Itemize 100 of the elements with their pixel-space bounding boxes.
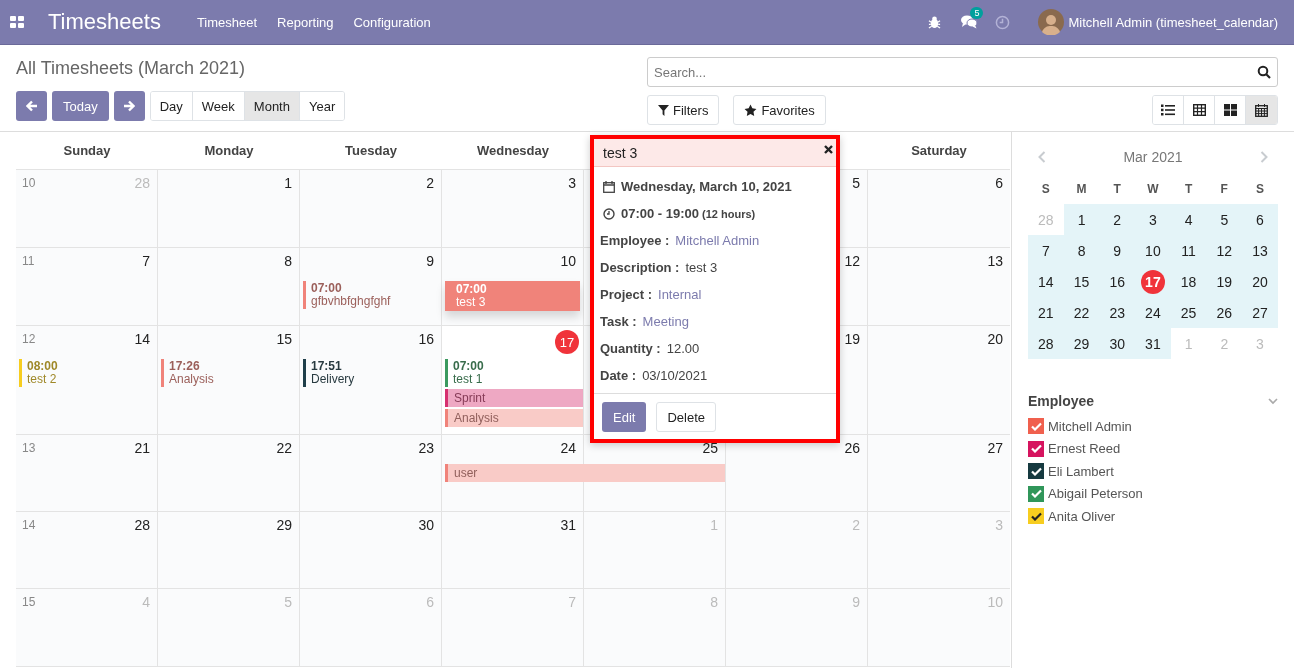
menu-item[interactable]: Reporting (277, 14, 334, 30)
mini-day-cell[interactable]: 7 (1028, 235, 1064, 266)
mini-day[interactable]: 28 (1033, 331, 1058, 356)
mini-day[interactable]: 10 (1140, 238, 1165, 263)
apps-menu-icon[interactable] (10, 15, 24, 29)
mini-day[interactable]: 29 (1069, 331, 1094, 356)
day-number[interactable]: 15 (276, 331, 292, 347)
avatar[interactable] (1038, 9, 1065, 35)
employee-checkbox[interactable] (1028, 508, 1044, 525)
day-number[interactable]: 5 (852, 175, 860, 191)
mini-day-cell[interactable]: 27 (1242, 297, 1278, 328)
mini-day-cell[interactable]: 9 (1099, 235, 1136, 266)
mini-day-cell[interactable]: 3 (1135, 204, 1171, 235)
mini-day[interactable]: 25 (1176, 300, 1201, 325)
search-input[interactable]: Search... (654, 64, 1257, 80)
employee-checkbox[interactable] (1028, 440, 1044, 457)
mini-day[interactable]: 24 (1140, 300, 1165, 325)
day-number[interactable]: 21 (134, 440, 150, 456)
employee-name[interactable]: Eli Lambert (1048, 463, 1114, 479)
mini-day[interactable]: 3 (1140, 207, 1165, 232)
day-number[interactable]: 31 (560, 517, 576, 533)
mini-day-cell[interactable]: 30 (1099, 328, 1136, 359)
calendar-event[interactable]: 07:00 gfbvhbfghgfghf (303, 281, 438, 309)
edit-button[interactable]: Edit (602, 402, 647, 432)
search-field[interactable]: Search... (647, 57, 1278, 87)
mini-day-cell[interactable]: 17 (1135, 266, 1171, 297)
chat-icon[interactable] (961, 15, 978, 29)
day-number[interactable]: 1 (284, 175, 292, 191)
mini-day[interactable]: 11 (1176, 238, 1201, 263)
calendar-event[interactable]: Analysis (445, 409, 583, 427)
mini-day-cell[interactable]: 14 (1028, 266, 1064, 297)
search-icon[interactable] (1257, 65, 1271, 79)
mini-day[interactable]: 17 (1140, 269, 1165, 294)
mini-day-cell[interactable]: 11 (1170, 235, 1207, 266)
day-number[interactable]: 26 (844, 440, 860, 456)
employee-name[interactable]: Abigail Peterson (1048, 486, 1143, 502)
calendar-event[interactable]: Sprint (445, 389, 583, 407)
mini-day-cell[interactable]: 28 (1028, 328, 1064, 359)
mini-day-cell[interactable]: 29 (1063, 328, 1100, 359)
mini-day[interactable]: 1 (1069, 207, 1094, 232)
day-number[interactable]: 14 (134, 331, 150, 347)
mini-day-cell[interactable]: 20 (1242, 266, 1278, 297)
user-name[interactable]: Mitchell Admin (timesheet_calendar) (1068, 14, 1278, 30)
employee-checkbox[interactable] (1028, 463, 1044, 480)
mini-day-cell[interactable]: 6 (1242, 204, 1278, 235)
mini-day-cell[interactable]: 21 (1028, 297, 1064, 328)
employee-name[interactable]: Ernest Reed (1048, 441, 1121, 457)
mini-day[interactable]: 8 (1069, 238, 1094, 263)
mini-day[interactable]: 16 (1105, 269, 1130, 294)
field-link[interactable]: Internal (658, 287, 702, 302)
mini-day-cell[interactable]: 13 (1242, 235, 1278, 266)
employee-checkbox[interactable] (1028, 418, 1044, 435)
employee-name[interactable]: Anita Oliver (1048, 508, 1116, 524)
list-view-button[interactable] (1153, 96, 1184, 124)
day-number[interactable]: 7 (142, 253, 150, 269)
mini-day[interactable]: 19 (1212, 269, 1237, 294)
mini-day-cell[interactable]: 16 (1099, 266, 1136, 297)
day-number[interactable]: 24 (560, 440, 576, 456)
mini-day[interactable]: 26 (1212, 300, 1237, 325)
mini-day[interactable]: 6 (1247, 207, 1272, 232)
calendar-event[interactable]: user (445, 464, 725, 482)
mini-day-cell[interactable]: 25 (1170, 297, 1207, 328)
mini-day[interactable]: 9 (1105, 238, 1130, 263)
mini-day-cell[interactable]: 26 (1206, 297, 1243, 328)
day-number[interactable]: 13 (987, 253, 1003, 269)
mini-day[interactable]: 23 (1105, 300, 1130, 325)
day-number[interactable]: 27 (987, 440, 1003, 456)
mini-day[interactable]: 13 (1247, 238, 1272, 263)
day-number[interactable]: 22 (276, 440, 292, 456)
day-number[interactable]: 17 (555, 330, 579, 354)
day-number[interactable]: 30 (418, 517, 434, 533)
mini-day-cell[interactable]: 4 (1170, 204, 1207, 235)
day-number[interactable]: 10 (560, 253, 576, 269)
mini-day-cell[interactable]: 22 (1063, 297, 1100, 328)
filters-button[interactable]: Filters (647, 95, 720, 125)
mini-day[interactable]: 22 (1069, 300, 1094, 325)
day-number[interactable]: 16 (418, 331, 434, 347)
day-number[interactable]: 19 (844, 331, 860, 347)
calendar-event[interactable]: 17:26 Analysis (161, 359, 296, 387)
mini-day-cell[interactable]: 2 (1099, 204, 1136, 235)
mini-day-cell[interactable]: 19 (1206, 266, 1243, 297)
mini-day-cell[interactable]: 1 (1063, 204, 1100, 235)
scale-tab[interactable]: Month (244, 92, 300, 120)
day-number[interactable]: 28 (134, 517, 150, 533)
mini-day[interactable]: 2 (1105, 207, 1130, 232)
day-number[interactable]: 12 (844, 253, 860, 269)
today-button[interactable]: Today (52, 91, 109, 121)
menu-item[interactable]: Configuration (353, 14, 431, 30)
chevron-down-icon[interactable] (1268, 397, 1278, 405)
mini-day[interactable]: 20 (1247, 269, 1272, 294)
next-button[interactable] (113, 91, 145, 121)
mini-day-cell[interactable]: 24 (1135, 297, 1171, 328)
day-number[interactable]: 9 (426, 253, 434, 269)
mini-day-cell[interactable]: 23 (1099, 297, 1136, 328)
day-number[interactable]: 2 (426, 175, 434, 191)
mini-day[interactable]: 21 (1033, 300, 1058, 325)
day-number[interactable]: 29 (276, 517, 292, 533)
mini-day[interactable]: 18 (1176, 269, 1201, 294)
mini-day-cell[interactable]: 8 (1063, 235, 1100, 266)
employee-name[interactable]: Mitchell Admin (1048, 418, 1132, 434)
